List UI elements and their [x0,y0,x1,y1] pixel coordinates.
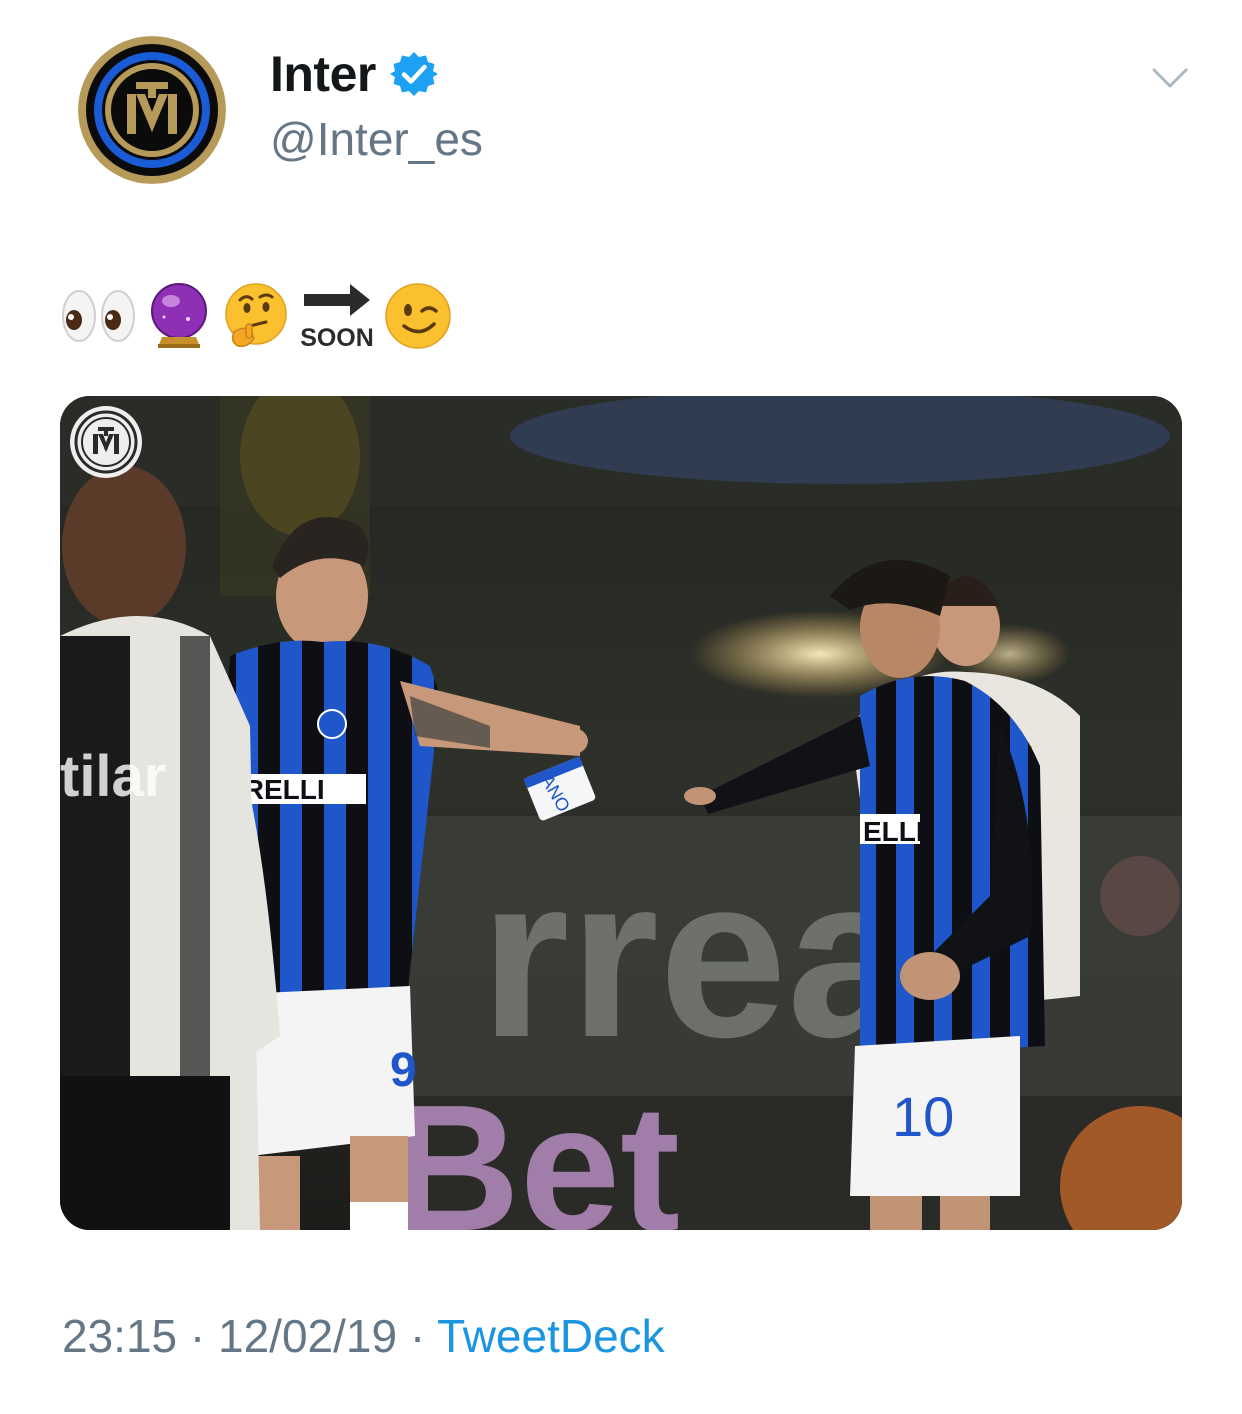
parma-sleeve-text: tilar [60,744,166,809]
tweet-meta: 23:15 · 12/02/19 · TweetDeck [62,1306,665,1366]
sponsor-right: ELLI [863,816,924,847]
tweet-text: SOON [60,278,460,354]
tweet-source-link[interactable]: TweetDeck [437,1310,665,1362]
author-name-row[interactable]: Inter [270,42,438,106]
soon-arrow-icon: SOON [300,284,374,352]
tweet-time[interactable]: 23:15 [62,1310,177,1362]
meta-separator: · [397,1310,438,1362]
author-handle[interactable]: @Inter_es [270,110,483,168]
inter-crest-icon [70,406,142,478]
crystal-ball-icon [151,283,207,348]
eyes-icon [62,290,135,342]
tweet-date[interactable]: 12/02/19 [218,1310,397,1362]
meta-separator: · [177,1310,219,1362]
verified-badge-icon [389,52,438,96]
football-photo: rrea Bet ELLI 10 ANO IRELLI 9 tilar [60,396,1182,1230]
chevron-down-icon[interactable] [1150,64,1190,92]
inter-crest-icon [78,36,226,184]
thinking-face-icon [225,283,287,348]
author-display-name[interactable]: Inter [270,42,376,106]
author-avatar[interactable] [78,36,226,184]
number-left: 9 [390,1044,417,1097]
board-text: rrea [480,828,917,1085]
tweet-media-photo[interactable]: rrea Bet ELLI 10 ANO IRELLI 9 tilar [60,396,1182,1230]
winking-face-icon [385,283,451,349]
soon-label: SOON [300,324,374,352]
number-right: 10 [892,1085,954,1148]
board-text-bottom: Bet [390,1068,680,1230]
